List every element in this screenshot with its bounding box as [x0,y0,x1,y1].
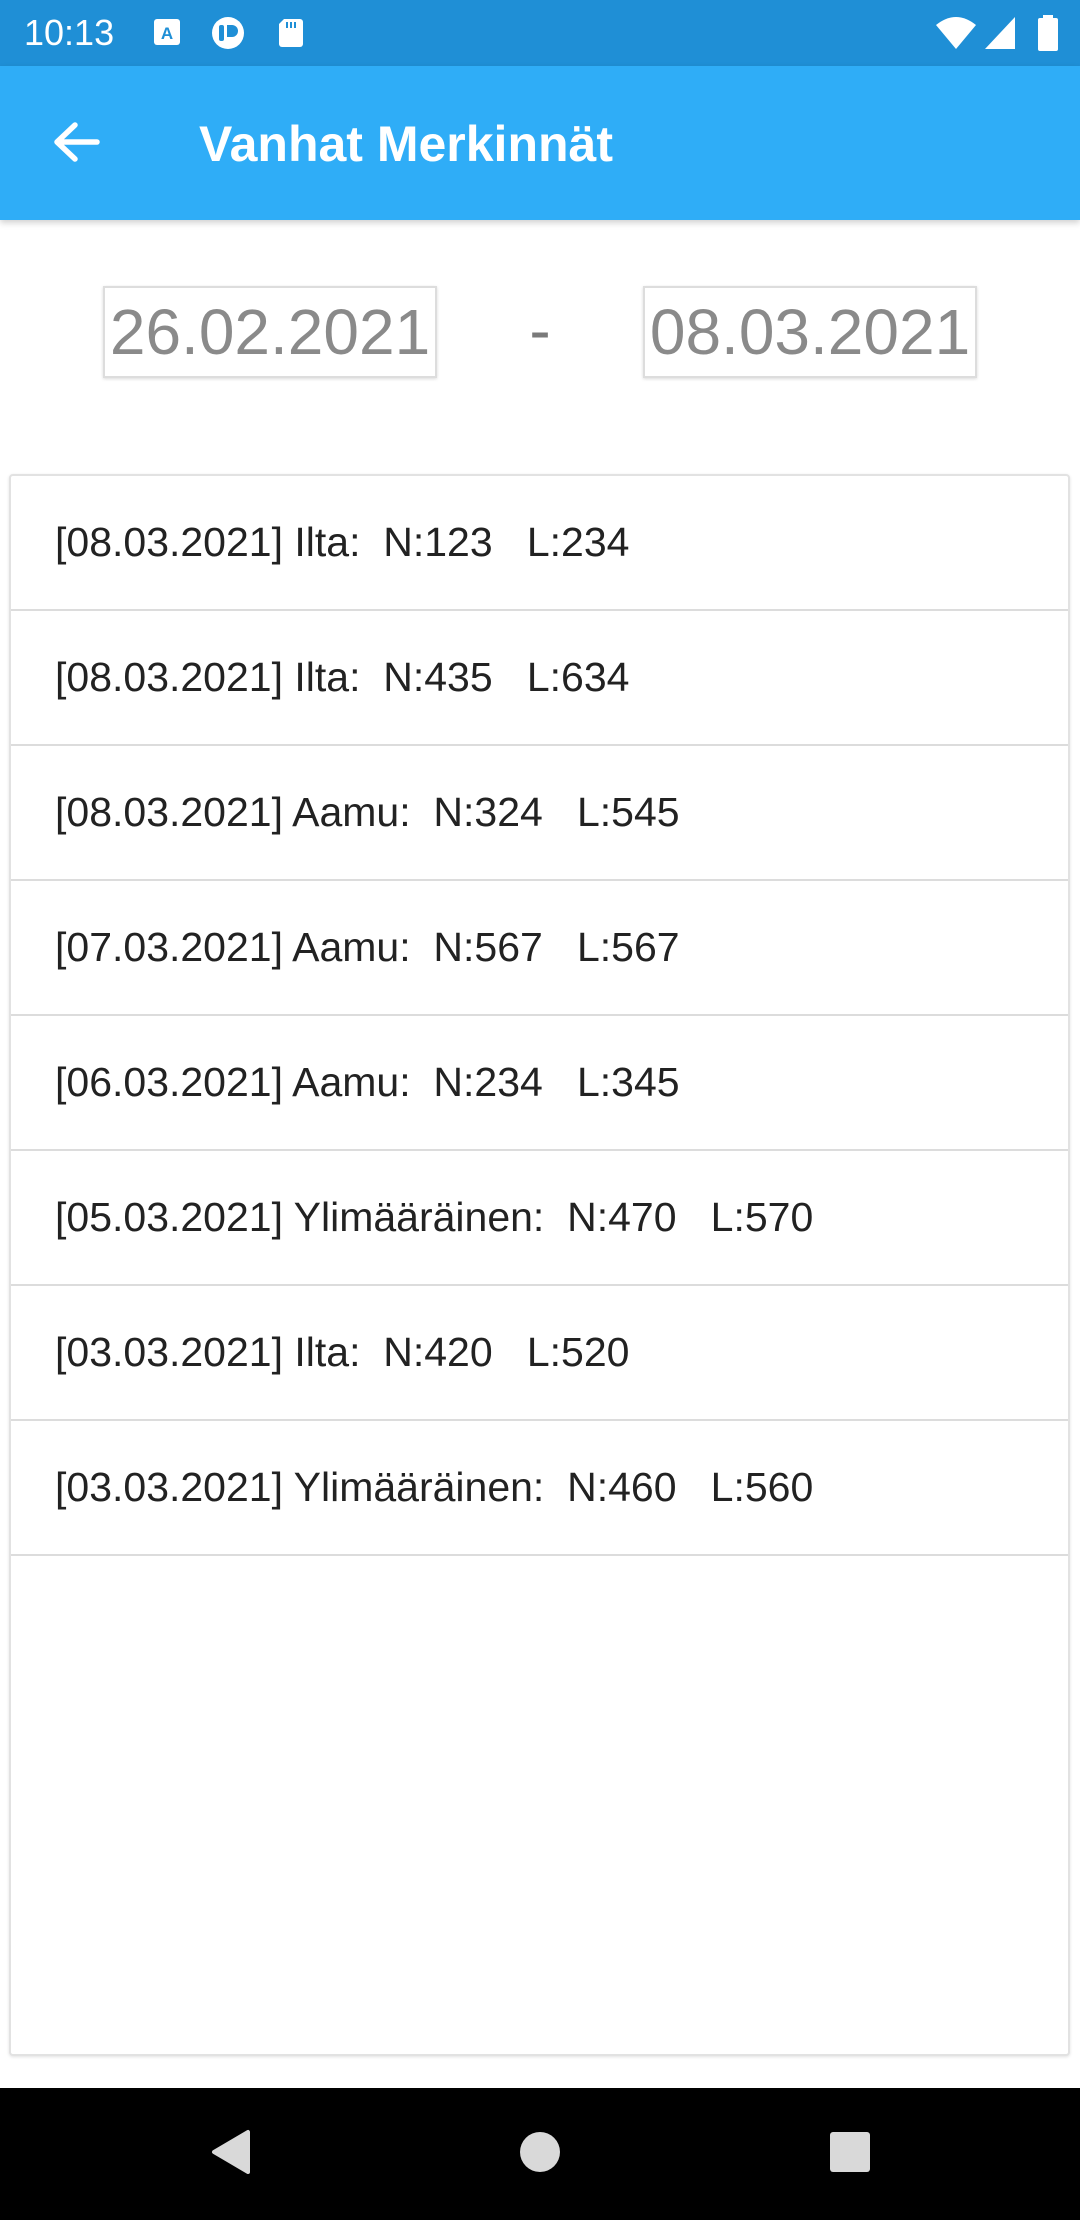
list-item[interactable]: [06.03.2021] Aamu: N:234 L:345 [11,1016,1068,1151]
page-title: Vanhat Merkinnät [199,116,613,172]
nav-back-button[interactable] [200,2124,260,2184]
svg-text:A: A [161,24,173,43]
nav-recents-button[interactable] [820,2124,880,2184]
list-item[interactable]: [07.03.2021] Aamu: N:567 L:567 [11,881,1068,1016]
system-nav-bar [0,2088,1080,2220]
list-item[interactable]: [08.03.2021] Ilta: N:435 L:634 [11,611,1068,746]
battery-icon [1036,15,1060,51]
wifi-icon [934,15,978,51]
start-date-field[interactable]: 26.02.2021 [103,286,437,378]
back-triangle-icon [208,2128,252,2180]
list-item[interactable]: [03.03.2021] Ilta: N:420 L:520 [11,1286,1068,1421]
list-item[interactable]: [03.03.2021] Ylimääräinen: N:460 L:560 [11,1421,1068,1556]
home-circle-icon [518,2130,562,2178]
status-time: 10:13 [24,12,115,53]
status-bar: 10:13 A [0,0,1080,66]
nav-home-button[interactable] [510,2124,570,2184]
app-logo-icon [209,15,245,51]
cell-signal-icon [983,15,1019,51]
recents-square-icon [828,2130,872,2178]
date-range-separator: - [529,294,551,366]
list-item[interactable]: [05.03.2021] Ylimääräinen: N:470 L:570 [11,1151,1068,1286]
a-badge-icon: A [150,15,186,51]
arrow-left-icon [51,120,101,168]
sd-card-icon [274,15,310,51]
list-item[interactable]: [08.03.2021] Aamu: N:324 L:545 [11,746,1068,881]
app-bar: Vanhat Merkinnät [0,66,1080,220]
end-date-field[interactable]: 08.03.2021 [643,286,977,378]
list-item[interactable]: [08.03.2021] Ilta: N:123 L:234 [11,476,1068,611]
entries-list[interactable]: [08.03.2021] Ilta: N:123 L:234 [08.03.20… [9,474,1070,2056]
back-button[interactable] [30,108,122,180]
